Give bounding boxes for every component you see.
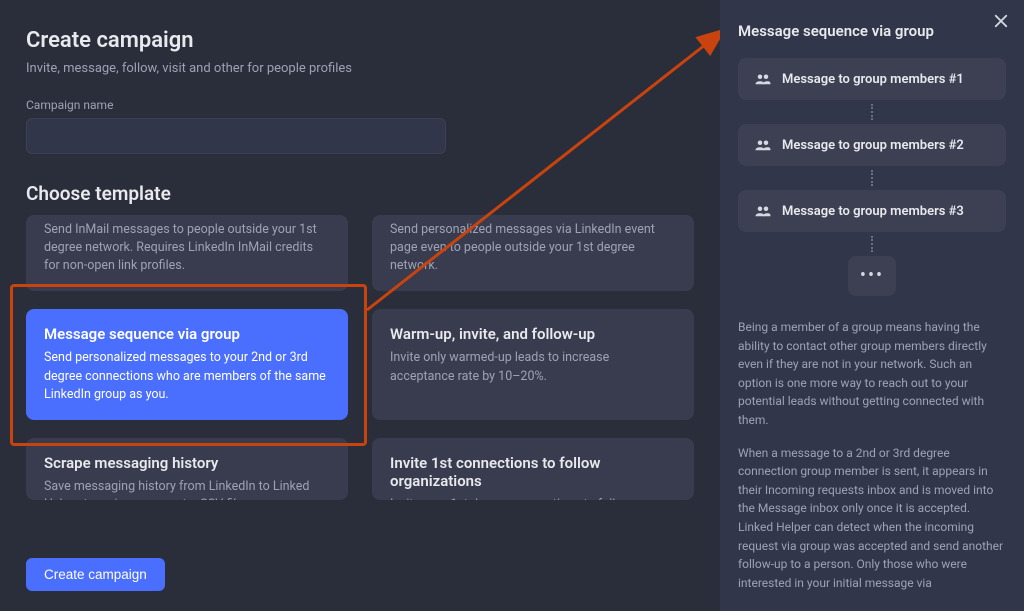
side-paragraph: When a message to a 2nd or 3rd degree co… [738, 444, 1006, 593]
template-card-scrape[interactable]: Scrape messaging history Save messaging … [26, 438, 348, 500]
template-title: Warm-up, invite, and follow-up [390, 325, 676, 343]
template-card-event[interactable]: Send personalized messages via LinkedIn … [372, 215, 694, 291]
template-desc: Invite only warmed-up leads to increase … [390, 349, 676, 385]
template-desc: Invite your 1st degree connections to fo… [390, 496, 676, 500]
step-label: Message to group members #3 [782, 204, 964, 219]
page-title: Create campaign [26, 28, 694, 53]
templates-grid: Send InMail messages to people outside y… [26, 215, 694, 500]
ellipsis-icon: ••• [860, 267, 884, 285]
sequence-step[interactable]: Message to group members #3 [738, 190, 1006, 232]
main-panel: Create campaign Invite, message, follow,… [0, 0, 720, 611]
step-connector [738, 100, 1006, 124]
campaign-name-label: Campaign name [26, 98, 694, 112]
more-steps-button[interactable]: ••• [848, 256, 896, 296]
step-connector [738, 232, 1006, 256]
group-message-icon [754, 202, 772, 220]
side-paragraph: Being a member of a group means having t… [738, 318, 1006, 430]
close-icon[interactable] [992, 12, 1010, 30]
sequence-step[interactable]: Message to group members #1 [738, 58, 1006, 100]
choose-template-title: Choose template [26, 182, 694, 205]
template-desc: Save messaging history from LinkedIn to … [44, 478, 330, 500]
template-title: Message sequence via group [44, 325, 330, 343]
step-connector [738, 166, 1006, 190]
group-message-icon [754, 136, 772, 154]
template-card-inmail[interactable]: Send InMail messages to people outside y… [26, 215, 348, 291]
side-panel: Message sequence via group Message to gr… [720, 0, 1024, 611]
template-card-invite-follow[interactable]: Invite 1st connections to follow organiz… [372, 438, 694, 500]
template-card-group-sequence[interactable]: Message sequence via group Send personal… [26, 309, 348, 419]
campaign-name-input[interactable] [26, 118, 446, 154]
template-title: Scrape messaging history [44, 454, 330, 472]
template-desc: Send personalized messages to your 2nd o… [44, 349, 330, 403]
group-message-icon [754, 70, 772, 88]
template-title: Invite 1st connections to follow organiz… [390, 454, 676, 490]
template-desc: Send InMail messages to people outside y… [44, 221, 330, 275]
create-campaign-button[interactable]: Create campaign [26, 558, 165, 591]
step-label: Message to group members #1 [782, 72, 964, 87]
sequence-step[interactable]: Message to group members #2 [738, 124, 1006, 166]
template-card-warmup[interactable]: Warm-up, invite, and follow-up Invite on… [372, 309, 694, 419]
side-panel-title: Message sequence via group [738, 22, 1006, 40]
step-label: Message to group members #2 [782, 138, 964, 153]
template-desc: Send personalized messages via LinkedIn … [390, 221, 676, 275]
side-description: Being a member of a group means having t… [738, 318, 1006, 592]
page-subtitle: Invite, message, follow, visit and other… [26, 61, 694, 76]
